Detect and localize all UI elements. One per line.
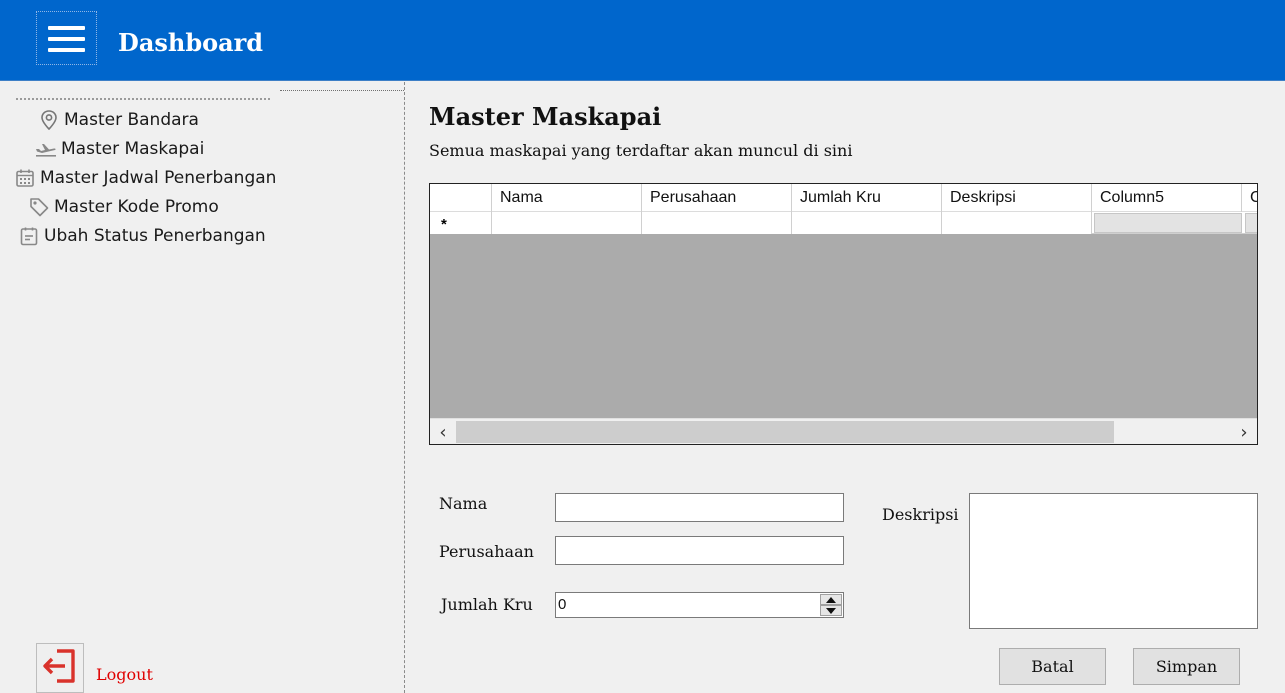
nama-input[interactable] bbox=[555, 493, 844, 522]
logout-button[interactable] bbox=[36, 643, 84, 693]
table-row-new[interactable]: * bbox=[430, 212, 1257, 234]
grid-header: Nama Perusahaan Jumlah Kru Deskripsi Col… bbox=[430, 184, 1257, 212]
column-header-nama[interactable]: Nama bbox=[492, 184, 642, 212]
data-grid[interactable]: Nama Perusahaan Jumlah Kru Deskripsi Col… bbox=[429, 183, 1258, 445]
grid-cell[interactable] bbox=[792, 212, 942, 234]
sidebar-item-master-jadwal-penerbangan[interactable]: Master Jadwal Penerbangan bbox=[14, 165, 276, 191]
jumlah-kru-stepper[interactable]: 0 bbox=[555, 592, 844, 618]
stepper-down-button[interactable] bbox=[820, 605, 842, 616]
perusahaan-input[interactable] bbox=[555, 536, 844, 565]
airplane-icon bbox=[35, 138, 57, 160]
jumlah-kru-value[interactable]: 0 bbox=[558, 596, 566, 613]
sidebar-item-label: Master Kode Promo bbox=[54, 197, 219, 217]
tag-icon bbox=[28, 196, 50, 218]
sidebar-item-ubah-status-penerbangan[interactable]: Ubah Status Penerbangan bbox=[18, 223, 266, 249]
sidebar-item-label: Master Maskapai bbox=[61, 139, 205, 159]
page-title: Master Maskapai bbox=[429, 102, 662, 131]
perusahaan-label: Perusahaan bbox=[439, 542, 534, 561]
sidebar: Master Bandara Master Maskapai Master Ja… bbox=[0, 82, 405, 693]
map-pin-icon bbox=[38, 109, 60, 131]
scroll-right-icon[interactable]: › bbox=[1231, 419, 1257, 444]
stepper-up-button[interactable] bbox=[820, 594, 842, 605]
jumlah-kru-label: Jumlah Kru bbox=[441, 595, 533, 614]
column-header-deskripsi[interactable]: Deskripsi bbox=[942, 184, 1092, 212]
scroll-left-icon[interactable]: ‹ bbox=[430, 419, 456, 444]
sidebar-divider bbox=[16, 98, 270, 100]
grid-cell[interactable] bbox=[1094, 213, 1242, 233]
deskripsi-textarea[interactable] bbox=[969, 493, 1258, 629]
deskripsi-label: Deskripsi bbox=[882, 505, 959, 524]
sidebar-item-label: Master Bandara bbox=[64, 110, 199, 130]
column-header-jumlah-kru[interactable]: Jumlah Kru bbox=[792, 184, 942, 212]
sidebar-item-master-maskapai[interactable]: Master Maskapai bbox=[35, 136, 204, 162]
hamburger-icon-line bbox=[48, 37, 85, 41]
grid-cell[interactable] bbox=[942, 212, 1092, 234]
sidebar-item-label: Master Jadwal Penerbangan bbox=[40, 168, 277, 188]
page-subtitle: Semua maskapai yang terdaftar akan muncu… bbox=[429, 141, 853, 160]
sidebar-item-label: Ubah Status Penerbangan bbox=[44, 226, 266, 246]
batal-button[interactable]: Batal bbox=[999, 648, 1106, 685]
sidebar-divider bbox=[280, 90, 404, 91]
hamburger-menu-button[interactable] bbox=[36, 11, 97, 65]
sidebar-item-master-bandara[interactable]: Master Bandara bbox=[38, 107, 199, 133]
horizontal-scrollbar[interactable]: ‹ › bbox=[430, 418, 1257, 444]
arrow-down-icon bbox=[826, 607, 836, 614]
calendar-icon bbox=[14, 167, 36, 189]
stepper-buttons bbox=[820, 594, 842, 616]
hamburger-icon bbox=[48, 26, 85, 30]
nama-label: Nama bbox=[439, 494, 488, 513]
logout-icon bbox=[40, 646, 80, 690]
column-header-c[interactable]: C bbox=[1242, 184, 1257, 212]
scrollbar-thumb[interactable] bbox=[456, 421, 1114, 443]
top-bar: Dashboard bbox=[0, 0, 1285, 81]
app-title: Dashboard bbox=[118, 28, 264, 57]
row-header-corner[interactable] bbox=[430, 184, 492, 212]
simpan-button[interactable]: Simpan bbox=[1133, 648, 1240, 685]
new-row-marker[interactable]: * bbox=[430, 212, 492, 234]
hamburger-icon-line bbox=[48, 48, 85, 52]
sidebar-item-master-kode-promo[interactable]: Master Kode Promo bbox=[28, 194, 219, 220]
clipboard-icon bbox=[18, 225, 40, 247]
logout-label[interactable]: Logout bbox=[96, 665, 153, 684]
arrow-up-icon bbox=[826, 596, 836, 603]
column-header-perusahaan[interactable]: Perusahaan bbox=[642, 184, 792, 212]
grid-cell[interactable] bbox=[1245, 213, 1257, 233]
column-header-column5[interactable]: Column5 bbox=[1092, 184, 1242, 212]
grid-cell[interactable] bbox=[642, 212, 792, 234]
grid-cell[interactable] bbox=[492, 212, 642, 234]
